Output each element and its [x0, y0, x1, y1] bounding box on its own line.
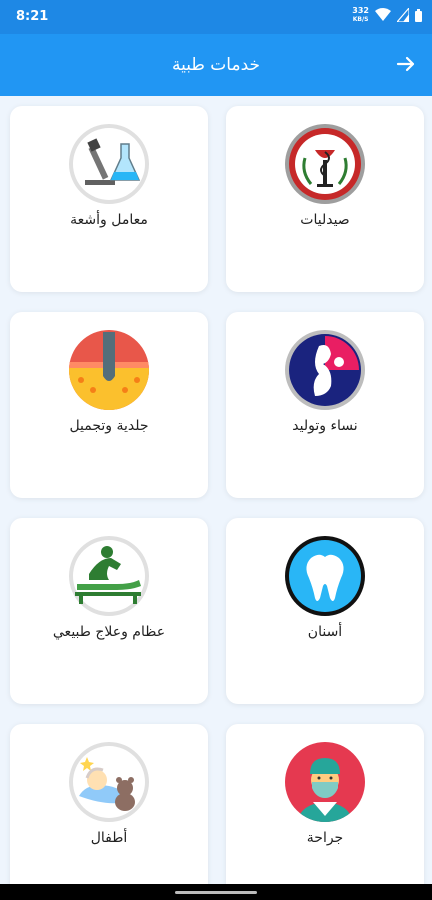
app-bar: خدمات طبية — [0, 34, 432, 96]
status-icons: 332 KB/S — [352, 6, 422, 24]
signal-icon — [397, 8, 409, 22]
wifi-icon — [375, 8, 391, 21]
arrow-right-icon — [396, 56, 415, 72]
network-speed: 332 KB/S — [352, 6, 369, 24]
tooth-icon — [285, 536, 365, 616]
navigation-bar — [0, 884, 432, 900]
category-label: صيدليات — [300, 212, 350, 228]
category-card-dermatology[interactable]: جلدية وتجميل — [10, 312, 208, 498]
skin-icon — [69, 330, 149, 410]
category-card-orthopedics[interactable]: عظام وعلاج طبيعي — [10, 518, 208, 704]
home-gesture-handle[interactable] — [175, 891, 257, 894]
status-bar: 8:21 332 KB/S — [0, 0, 432, 34]
baby-icon — [69, 742, 149, 822]
surgeon-icon — [285, 742, 365, 822]
category-card-lab[interactable]: معامل وأشعة — [10, 106, 208, 292]
category-label: جراحة — [306, 830, 344, 846]
category-card-surgery[interactable]: جراحة — [226, 724, 424, 884]
services-grid: صيدليات معامل وأشعة نساء وتوليد جلدية وت… — [0, 96, 432, 884]
category-card-pediatrics[interactable]: أطفال — [10, 724, 208, 884]
category-card-dental[interactable]: أسنان — [226, 518, 424, 704]
category-label: معامل وأشعة — [70, 212, 148, 228]
lab-icon — [69, 124, 149, 204]
category-card-pharmacy[interactable]: صيدليات — [226, 106, 424, 292]
status-time: 8:21 — [16, 9, 49, 24]
network-speed-unit: KB/S — [352, 16, 369, 23]
category-label: أسنان — [307, 624, 343, 640]
pharmacy-icon — [285, 124, 365, 204]
page-title: خدمات طبية — [171, 55, 261, 75]
category-label: عظام وعلاج طبيعي — [52, 624, 166, 640]
category-label: جلدية وتجميل — [69, 418, 149, 434]
battery-icon — [415, 8, 422, 22]
category-label: أطفال — [90, 830, 128, 846]
back-button[interactable] — [392, 50, 420, 78]
category-card-obstetrics[interactable]: نساء وتوليد — [226, 312, 424, 498]
network-speed-value: 332 — [352, 6, 369, 15]
category-label: نساء وتوليد — [292, 418, 358, 434]
physiotherapy-icon — [69, 536, 149, 616]
pregnancy-icon — [285, 330, 365, 410]
